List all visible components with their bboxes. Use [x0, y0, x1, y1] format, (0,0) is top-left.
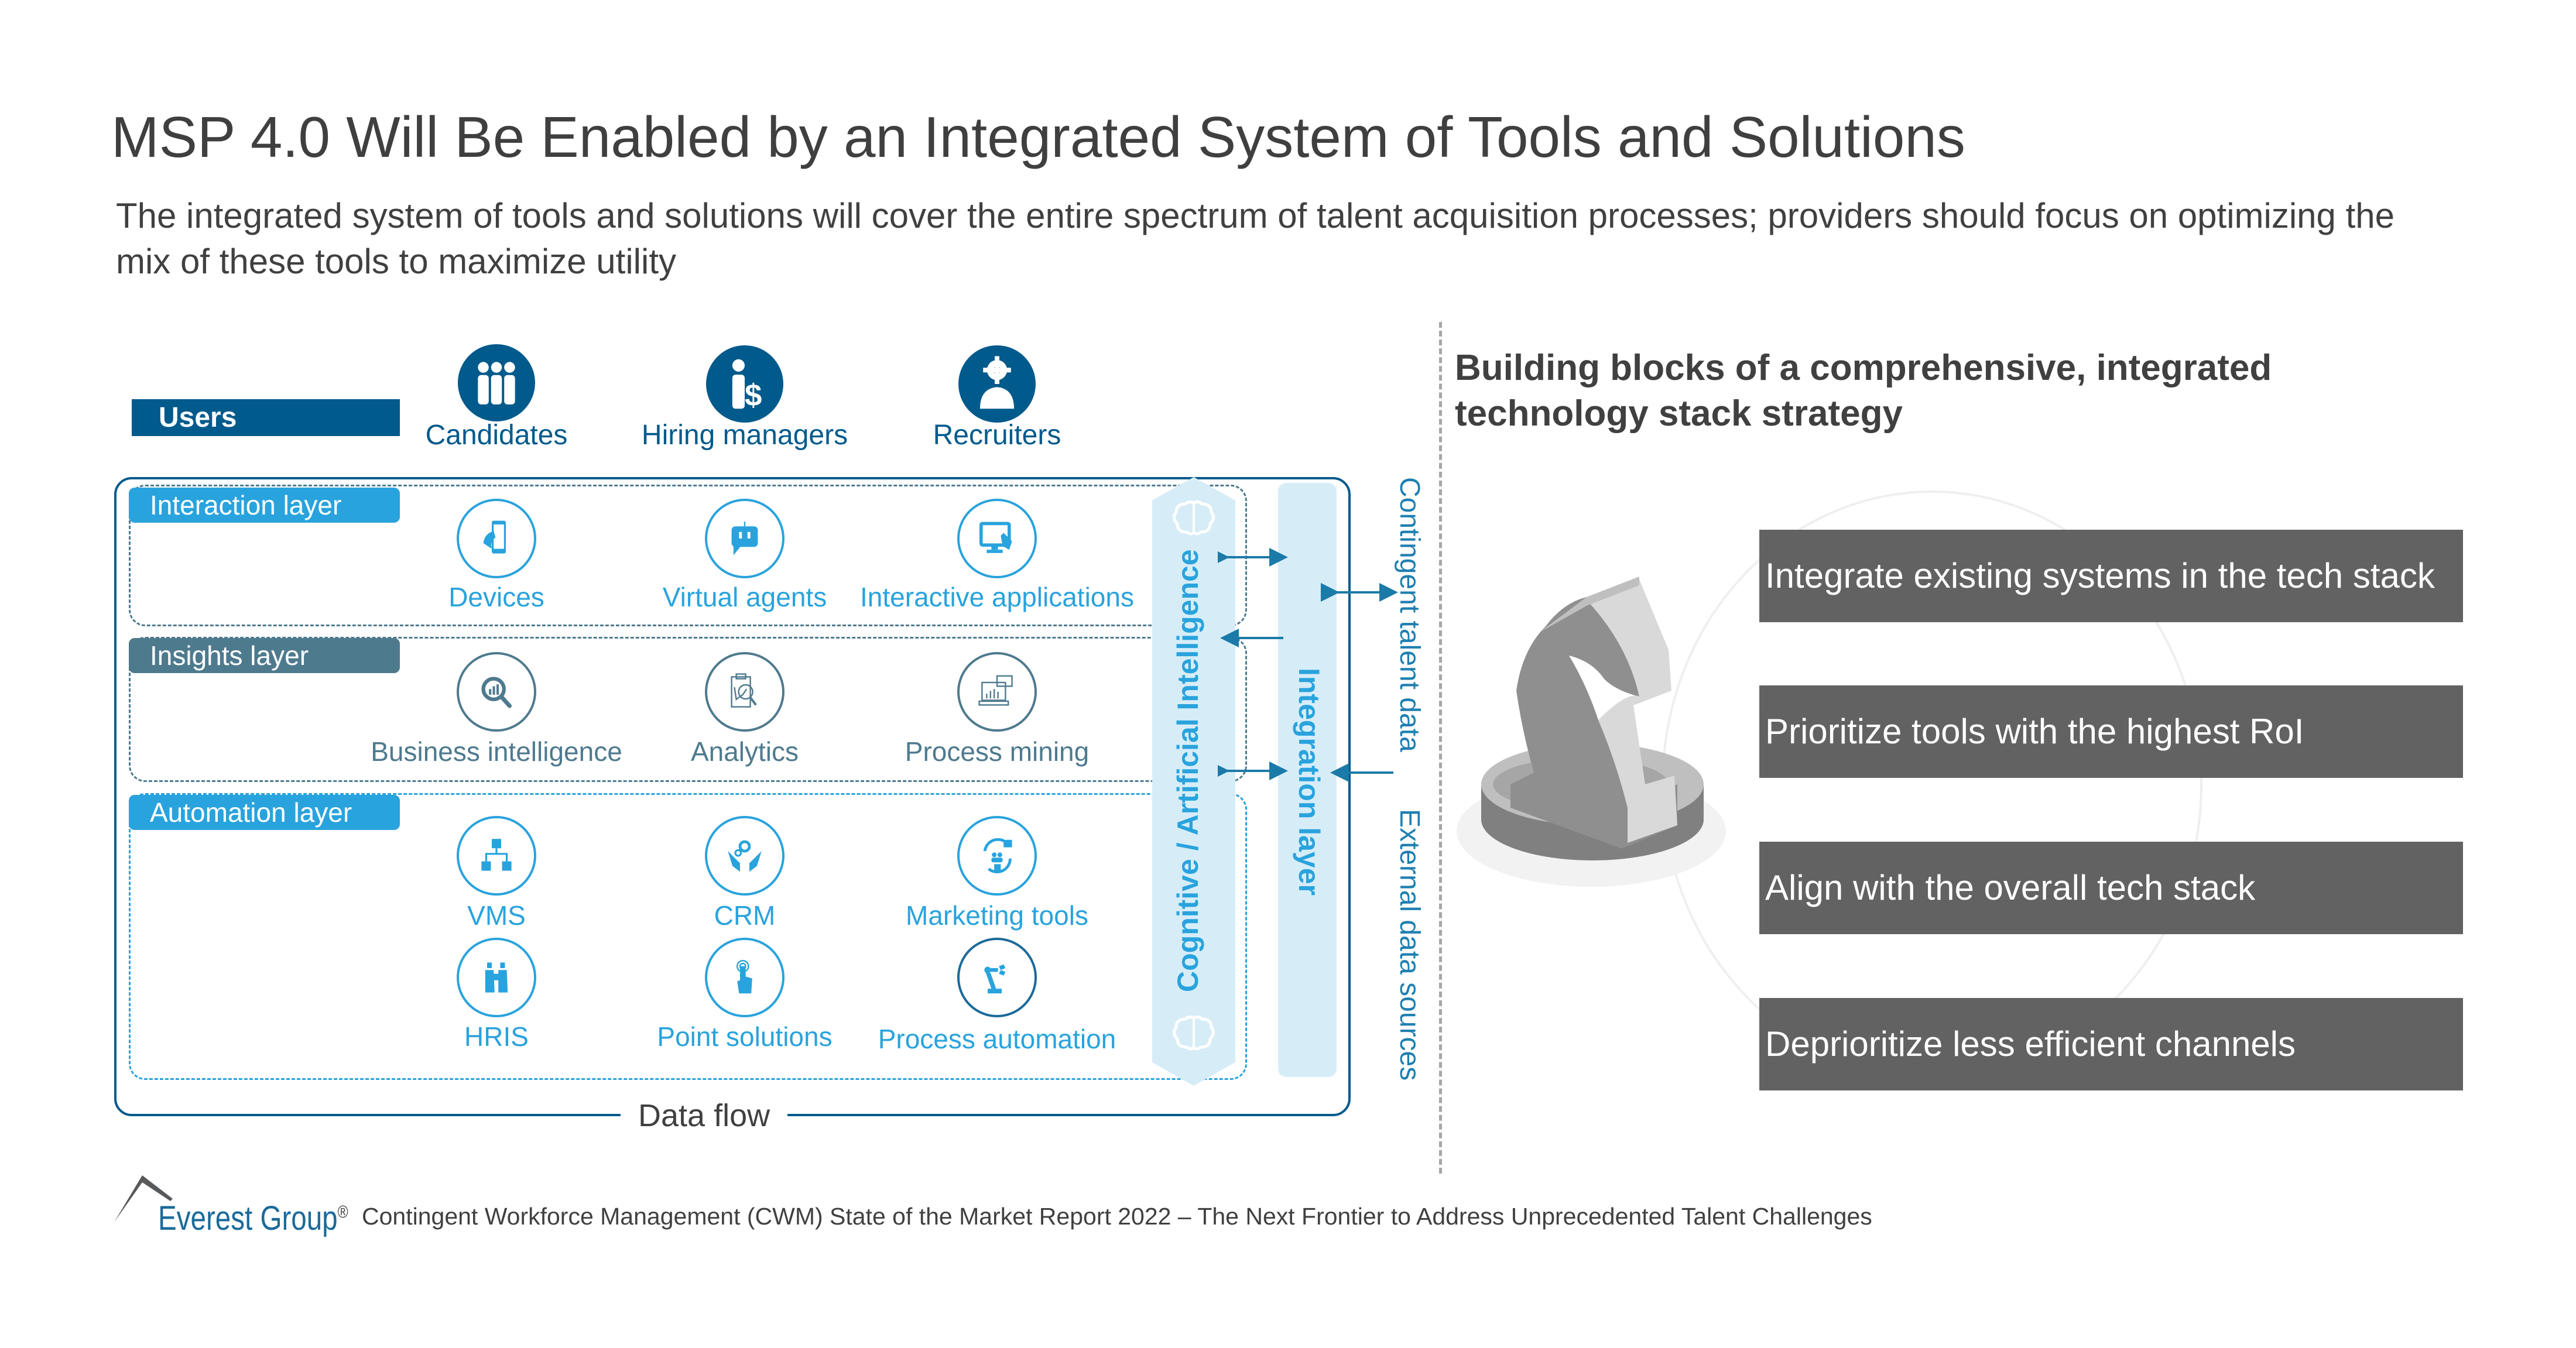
label-crm: CRM [714, 900, 776, 931]
strategy-block-3: Align with the overall tech stack [1759, 842, 2463, 934]
manager-dollar-icon: $ [706, 345, 783, 423]
user-label-hiring-managers: Hiring managers [641, 420, 848, 451]
svg-text:$: $ [745, 378, 762, 413]
label-hris: HRIS [464, 1021, 529, 1052]
users-tag: Users [132, 399, 400, 436]
strategy-block-1: Integrate existing systems in the tech s… [1759, 530, 2463, 622]
marketing-cycle-icon [957, 816, 1037, 896]
clipboard-analytics-icon [705, 652, 785, 732]
magnifier-chart-icon [457, 652, 536, 732]
group-people-icon [458, 344, 535, 421]
page-title: MSP 4.0 Will Be Enabled by an Integrated… [111, 105, 1965, 169]
cubes-network-icon [457, 816, 536, 896]
label-interactive-applications: Interactive applications [860, 582, 1134, 612]
contingent-talent-data-label: Contingent talent data [1394, 477, 1425, 752]
binoculars-icon [457, 938, 536, 1017]
ai-layer-label: Cognitive / Artificial Intelligence [1171, 549, 1204, 992]
touch-monitor-icon [957, 499, 1037, 578]
automation-layer-tag: Automation layer [129, 795, 400, 830]
right-panel-heading: Building blocks of a comprehensive, inte… [1455, 348, 2272, 434]
robot-arm-icon [957, 938, 1037, 1017]
panel-separator [1439, 322, 1442, 1174]
finger-tap-icon [705, 938, 785, 1017]
page-subtitle: The integrated system of tools and solut… [116, 196, 2395, 281]
interaction-layer-tag: Interaction layer [129, 488, 400, 523]
brain-icon [1171, 1015, 1216, 1054]
registered-mark: ® [337, 1202, 348, 1222]
brain-icon [1171, 500, 1216, 538]
label-process-automation: Process automation [878, 1024, 1116, 1054]
label-point-solutions: Point solutions [657, 1021, 833, 1052]
external-data-sources-label: External data sources [1394, 809, 1425, 1081]
everest-group-logo: Everest Group® [158, 1199, 348, 1238]
label-process-mining: Process mining [905, 736, 1090, 767]
strategy-block-4: Deprioritize less efficient channels [1759, 998, 2463, 1090]
logo-name: Everest Group [158, 1199, 338, 1237]
strategy-block-2: Prioritize tools with the highest RoI [1759, 685, 2463, 778]
label-vms: VMS [467, 900, 526, 931]
insights-layer-tag: Insights layer [129, 638, 400, 673]
recruiter-gear-icon [958, 345, 1036, 423]
footer-source: Contingent Workforce Management (CWM) St… [362, 1203, 1872, 1230]
user-label-recruiters: Recruiters [933, 420, 1061, 451]
smartphone-hand-icon [457, 499, 536, 578]
chatbot-icon [705, 499, 785, 578]
user-label-candidates: Candidates [425, 420, 568, 451]
hands-gears-icon [705, 816, 785, 896]
label-virtual-agents: Virtual agents [662, 582, 827, 612]
label-analytics: Analytics [690, 736, 799, 767]
label-devices: Devices [448, 582, 544, 612]
label-marketing-tools: Marketing tools [906, 900, 1088, 931]
label-business-intelligence: Business intelligence [371, 736, 622, 767]
laptop-chart-icon [957, 652, 1037, 732]
data-flow-label: Data flow [621, 1097, 788, 1134]
